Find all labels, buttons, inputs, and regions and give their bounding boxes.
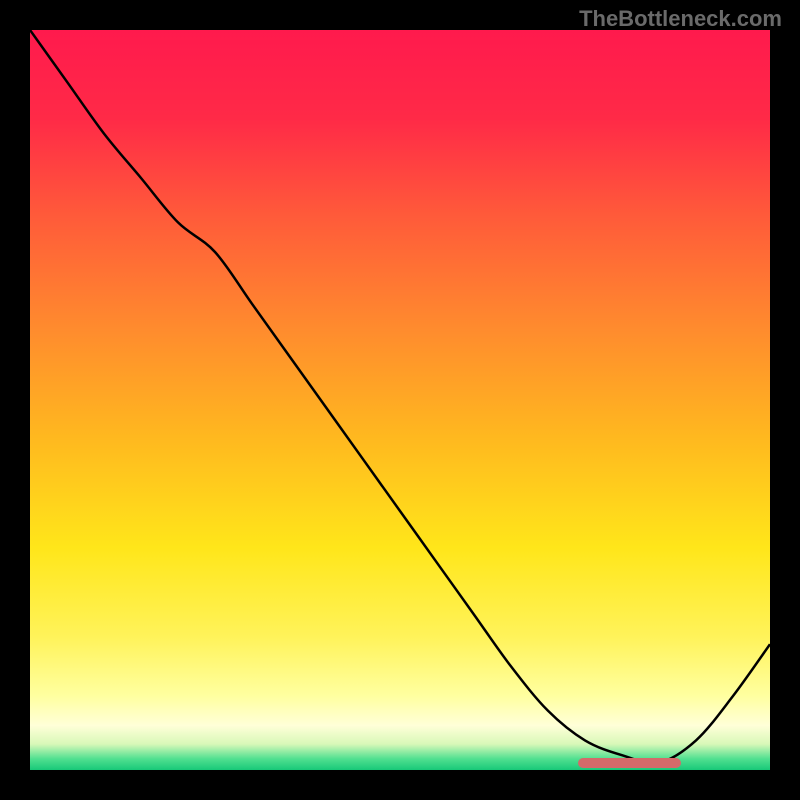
chart-plot-area [30,30,770,770]
watermark-text: TheBottleneck.com [579,6,782,32]
optimal-range-marker [578,758,682,768]
bottleneck-curve [30,30,770,770]
